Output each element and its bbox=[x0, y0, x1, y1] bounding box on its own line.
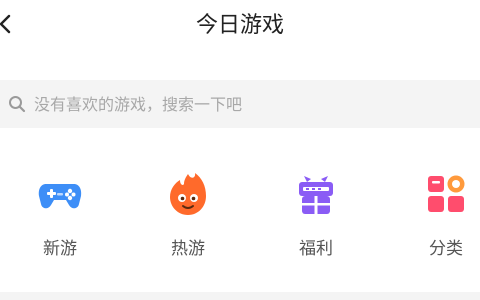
category-label: 分类 bbox=[429, 239, 463, 259]
search-icon bbox=[8, 95, 26, 113]
grid-category-icon bbox=[428, 175, 465, 212]
category-welfare[interactable]: 福利 bbox=[276, 168, 356, 268]
section-divider bbox=[0, 292, 480, 300]
category-label: 新游 bbox=[43, 239, 77, 259]
category-classify[interactable]: 分类 bbox=[406, 168, 480, 268]
gamepad-icon bbox=[38, 184, 82, 209]
gift-box-icon bbox=[299, 176, 333, 214]
category-hot-games[interactable]: 热游 bbox=[148, 168, 228, 268]
category-new-games[interactable]: 新游 bbox=[20, 168, 100, 268]
page-title: 今日游戏 bbox=[195, 13, 284, 38]
category-label: 热游 bbox=[171, 239, 205, 259]
search-bar[interactable] bbox=[0, 80, 480, 128]
game-page: 今日游戏 新游 bbox=[0, 0, 480, 300]
flame-icon bbox=[170, 173, 206, 215]
header-bar: 今日游戏 bbox=[0, 0, 480, 52]
category-grid: 新游 热游 福利 分类 bbox=[0, 168, 480, 268]
category-label: 福利 bbox=[299, 239, 333, 259]
search-input[interactable] bbox=[34, 94, 454, 114]
